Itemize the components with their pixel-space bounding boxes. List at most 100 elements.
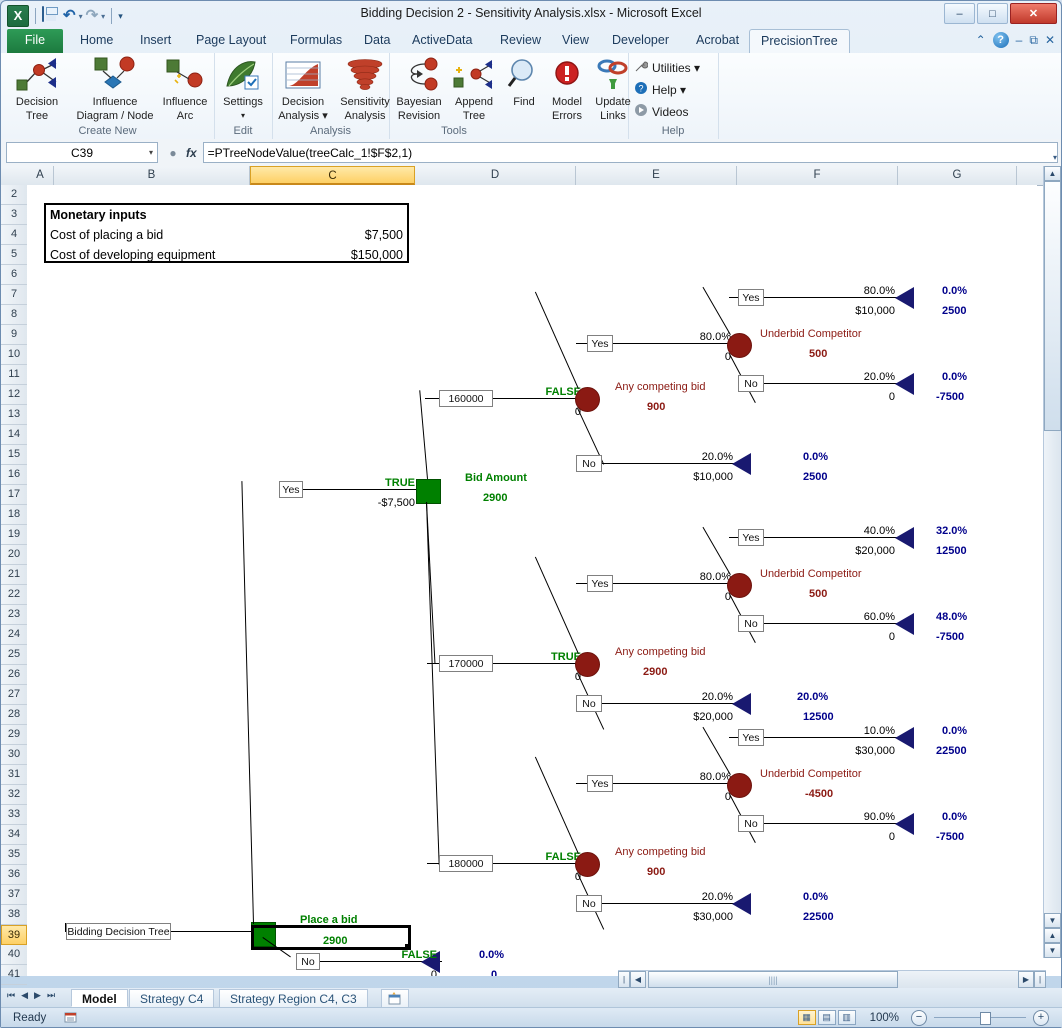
zoom-slider-handle[interactable] xyxy=(980,1012,991,1025)
column-header-e[interactable]: E xyxy=(576,166,737,185)
formula-input[interactable]: =PTreeNodeValue(treeCalc_1!$F$2,1) xyxy=(203,142,1058,163)
sensitivity-analysis-button[interactable]: Sensitivity Analysis xyxy=(334,56,396,122)
gc-yes-box-180000[interactable]: Yes xyxy=(738,729,764,746)
row-header-19[interactable]: 19 xyxy=(1,525,27,545)
row-header-22[interactable]: 22 xyxy=(1,585,27,605)
split-handle-left[interactable]: | xyxy=(618,971,630,988)
gc-yes-box-160000[interactable]: Yes xyxy=(738,289,764,306)
chevron-down-icon[interactable]: ▾ xyxy=(149,148,153,157)
model-errors-button[interactable]: Model Errors xyxy=(545,56,589,122)
scroll-up-button[interactable]: ▲ xyxy=(1044,166,1061,181)
tab-review[interactable]: Review xyxy=(489,29,552,53)
row-header-8[interactable]: 8 xyxy=(1,305,27,325)
zoom-level[interactable]: 100% xyxy=(870,1012,899,1024)
scroll-right-button[interactable]: ▶ xyxy=(1018,971,1034,988)
zoom-slider[interactable] xyxy=(934,1017,1026,1018)
row-header-23[interactable]: 23 xyxy=(1,605,27,625)
tab-formulas[interactable]: Formulas xyxy=(279,29,353,53)
insert-worksheet-button[interactable] xyxy=(381,989,409,1007)
chance-node-160000[interactable] xyxy=(575,387,600,412)
row-header-9[interactable]: 9 xyxy=(1,325,27,345)
row-header-2[interactable]: 2 xyxy=(1,185,27,205)
row-header-40[interactable]: 40 xyxy=(1,945,27,965)
influence-diagram-button[interactable]: Influence Diagram / Node xyxy=(73,56,157,122)
record-macro-icon[interactable] xyxy=(64,1011,78,1024)
insert-function-icon[interactable]: fx xyxy=(186,146,197,160)
next-page-button[interactable]: ▼ xyxy=(1044,943,1061,958)
tab-home[interactable]: Home xyxy=(69,29,124,53)
gc-yes-box-170000[interactable]: Yes xyxy=(738,529,764,546)
gc-no-box-160000[interactable]: No xyxy=(738,375,764,392)
bid-box-170000[interactable]: 170000 xyxy=(439,655,493,672)
row-header-36[interactable]: 36 xyxy=(1,865,27,885)
page-break-view-button[interactable]: ▥ xyxy=(838,1010,856,1025)
bid-amount-decision-node[interactable] xyxy=(416,479,441,504)
row-header-5[interactable]: 5 xyxy=(1,245,27,265)
underbid-node-160000[interactable] xyxy=(727,333,752,358)
column-header-a[interactable]: A xyxy=(27,166,54,185)
zoom-out-button[interactable]: − xyxy=(911,1010,927,1026)
chance-node-180000[interactable] xyxy=(575,852,600,877)
column-header-f[interactable]: F xyxy=(737,166,898,185)
row-header-3[interactable]: 3 xyxy=(1,205,27,225)
collapse-ribbon-icon[interactable]: ⌃ xyxy=(976,33,986,47)
no-box-180000[interactable]: No xyxy=(576,895,602,912)
videos-menu[interactable]: Videos xyxy=(634,103,688,120)
append-tree-button[interactable]: Append Tree xyxy=(447,56,501,122)
row-header-21[interactable]: 21 xyxy=(1,565,27,585)
row-header-26[interactable]: 26 xyxy=(1,665,27,685)
name-box[interactable]: C39 ▾ xyxy=(6,142,158,163)
row-header-38[interactable]: 38 xyxy=(1,905,27,925)
yes-branch-box[interactable]: Yes xyxy=(279,481,303,498)
row-header-39[interactable]: 39 xyxy=(1,925,27,945)
underbid-node-170000[interactable] xyxy=(727,573,752,598)
row-header-4[interactable]: 4 xyxy=(1,225,27,245)
bid-box-160000[interactable]: 160000 xyxy=(439,390,493,407)
settings-button[interactable]: Settings ▾ xyxy=(214,56,272,122)
row-header-41[interactable]: 41 xyxy=(1,965,27,985)
row-header-18[interactable]: 18 xyxy=(1,505,27,525)
row-header-27[interactable]: 27 xyxy=(1,685,27,705)
row-header-25[interactable]: 25 xyxy=(1,645,27,665)
gc-no-box-170000[interactable]: No xyxy=(738,615,764,632)
help-icon[interactable]: ? xyxy=(993,32,1009,48)
tab-data[interactable]: Data xyxy=(353,29,401,53)
find-button[interactable]: Find xyxy=(501,56,547,108)
row-header-6[interactable]: 6 xyxy=(1,265,27,285)
cell-area[interactable]: Monetary inputs Cost of placing a bid $7… xyxy=(27,185,1037,976)
chance-node-170000[interactable] xyxy=(575,652,600,677)
row-header-24[interactable]: 24 xyxy=(1,625,27,645)
row-header-10[interactable]: 10 xyxy=(1,345,27,365)
row-header-17[interactable]: 17 xyxy=(1,485,27,505)
tab-precisiontree[interactable]: PrecisionTree xyxy=(749,29,850,54)
workbook-restore-icon[interactable]: ⧉ xyxy=(1029,33,1038,48)
horizontal-scrollbar[interactable]: | ◀ |||| ▶ | xyxy=(618,970,1046,988)
column-header-b[interactable]: B xyxy=(54,166,250,185)
split-handle-right[interactable]: | xyxy=(1034,971,1046,988)
row-header-16[interactable]: 16 xyxy=(1,465,27,485)
sheet-tab-strategy-c4[interactable]: Strategy C4 xyxy=(129,989,214,1007)
bid-box-180000[interactable]: 180000 xyxy=(439,855,493,872)
yes-box-170000[interactable]: Yes xyxy=(587,575,613,592)
tab-insert[interactable]: Insert xyxy=(129,29,182,53)
close-button[interactable]: ✕ xyxy=(1010,3,1057,24)
tab-page-layout[interactable]: Page Layout xyxy=(185,29,277,53)
tab-developer[interactable]: Developer xyxy=(601,29,680,53)
root-no-box[interactable]: No xyxy=(296,953,320,970)
column-header-d[interactable]: D xyxy=(415,166,576,185)
tab-activedata[interactable]: ActiveData xyxy=(401,29,483,53)
decision-tree-button[interactable]: Decision Tree xyxy=(5,56,69,122)
row-header-20[interactable]: 20 xyxy=(1,545,27,565)
row-header-28[interactable]: 28 xyxy=(1,705,27,725)
normal-view-button[interactable]: ▦ xyxy=(798,1010,816,1025)
maximize-button[interactable]: □ xyxy=(977,3,1008,24)
workbook-close-icon[interactable]: ✕ xyxy=(1045,33,1055,47)
bayesian-revision-button[interactable]: Bayesian Revision xyxy=(389,56,449,122)
no-box-170000[interactable]: No xyxy=(576,695,602,712)
influence-arc-button[interactable]: Influence Arc xyxy=(159,56,211,122)
column-header-c[interactable]: C xyxy=(250,166,415,185)
row-header-13[interactable]: 13 xyxy=(1,405,27,425)
expand-formula-bar-icon[interactable]: ▾ xyxy=(1053,153,1057,162)
decision-tree-diagram[interactable]: Bidding Decision Tree Place a bid 2900 N… xyxy=(27,185,1037,976)
sheet-tab-strategy-region[interactable]: Strategy Region C4, C3 xyxy=(219,989,368,1007)
